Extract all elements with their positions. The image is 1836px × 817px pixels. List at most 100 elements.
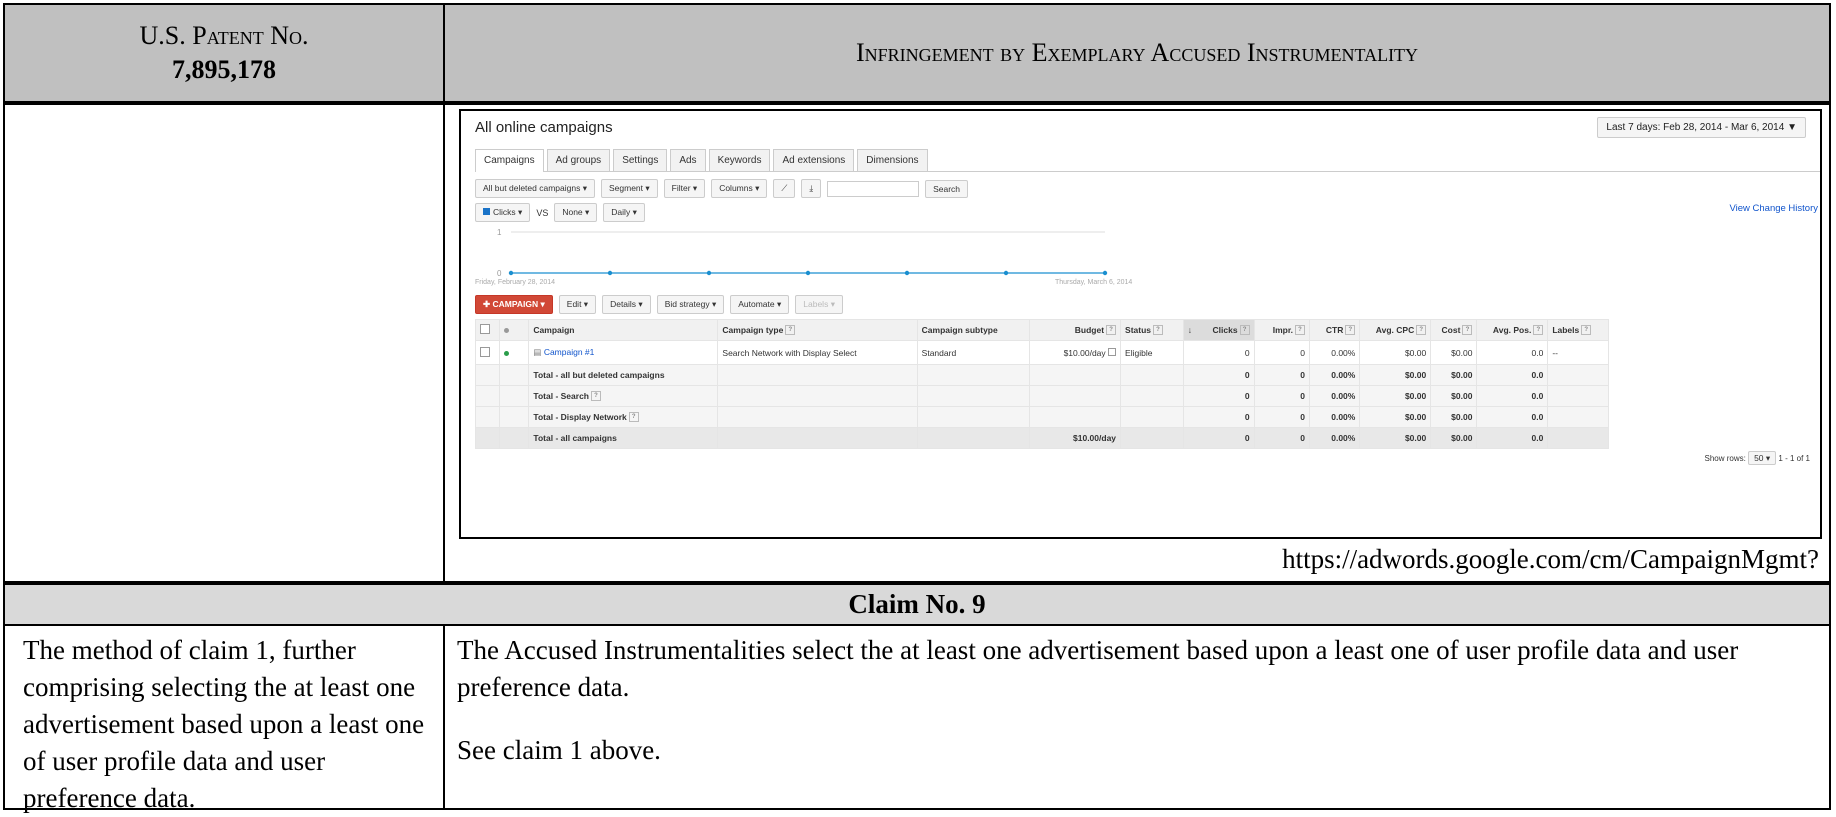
x-end-label: Thursday, March 6, 2014: [1055, 279, 1132, 286]
total-avg-pos: 0.0: [1476, 406, 1549, 428]
total-avg-cpc: $0.00: [1359, 427, 1432, 449]
total-avg-cpc: $0.00: [1359, 364, 1432, 386]
total-ctr: 0.00%: [1309, 427, 1361, 449]
col-budget[interactable]: Budget?: [1028, 319, 1122, 341]
col-avg-pos[interactable]: Avg. Pos.?: [1476, 319, 1549, 341]
metric1-dropdown[interactable]: Clicks ▾: [475, 203, 531, 222]
header-row: U.S. Patent No. 7,895,178 Infringement b…: [3, 3, 1831, 103]
col-campaign-subtype[interactable]: Campaign subtype: [916, 319, 1030, 341]
search-button[interactable]: Search: [925, 179, 969, 198]
infringement-label: Infringement by Exemplary Accused Instru…: [855, 38, 1419, 67]
automate-dropdown[interactable]: Automate ▾: [730, 295, 790, 314]
search-input[interactable]: [827, 180, 920, 197]
col-status[interactable]: Status?: [1120, 319, 1184, 341]
col-clicks[interactable]: ↓ Clicks?: [1182, 319, 1255, 341]
total-budget: [1028, 406, 1122, 428]
col-campaign[interactable]: Campaign: [528, 319, 719, 341]
source-url: https://adwords.google.com/cm/CampaignMg…: [1282, 544, 1819, 574]
view-filter-dropdown[interactable]: All but deleted campaigns ▾: [475, 179, 595, 198]
col-impr[interactable]: Impr.?: [1253, 319, 1311, 341]
frequency-dropdown[interactable]: Daily ▾: [603, 203, 645, 222]
total-ctr: 0.00%: [1309, 385, 1361, 407]
total-cost: $0.00: [1430, 385, 1478, 407]
total-avg-cpc: $0.00: [1359, 385, 1432, 407]
total-avg-pos: 0.0: [1476, 385, 1549, 407]
tab-ad-extensions[interactable]: Ad extensions: [773, 149, 855, 171]
row-subtype: Standard: [916, 340, 1030, 365]
total-ctr: 0.00%: [1309, 406, 1361, 428]
row-campaign-cell[interactable]: ▤ Campaign #1: [528, 340, 719, 365]
tab-campaigns[interactable]: Campaigns: [475, 149, 544, 172]
tab-bar: Campaigns Ad groups Settings Ads Keyword…: [475, 149, 1820, 172]
select-all-checkbox[interactable]: [480, 324, 490, 334]
screenshot-row: All online campaigns Last 7 days: Feb 28…: [3, 103, 1831, 583]
total-clicks: 0: [1182, 364, 1255, 386]
filter-toolbar: All but deleted campaigns ▾ Segment ▾ Fi…: [475, 179, 969, 198]
tab-ads[interactable]: Ads: [670, 149, 706, 171]
point-2: [607, 270, 613, 276]
screenshot-cell: All online campaigns Last 7 days: Feb 28…: [443, 103, 1831, 583]
row-avg-cpc: $0.00: [1359, 340, 1432, 365]
tab-settings[interactable]: Settings: [613, 149, 668, 171]
segment-dropdown[interactable]: Segment ▾: [600, 179, 658, 198]
row-impr: 0: [1253, 340, 1311, 365]
edit-budget-icon: [1108, 347, 1117, 356]
campaigns-table: Campaign Campaign type? Campaign subtype…: [475, 319, 1609, 449]
help-icon: ?: [628, 412, 639, 423]
campaign-icon: ▤: [533, 347, 542, 357]
rows-per-page-select[interactable]: 50 ▾: [1748, 451, 1777, 465]
col-ctr[interactable]: CTR?: [1309, 319, 1361, 341]
total-budget: [1028, 364, 1122, 386]
total-cost: $0.00: [1430, 427, 1478, 449]
col-avg-cpc[interactable]: Avg. CPC?: [1359, 319, 1432, 341]
download-icon[interactable]: ⤓: [801, 179, 822, 198]
action-toolbar: ✚ CAMPAIGN ▾ Edit ▾ Details ▾ Bid strate…: [475, 295, 843, 314]
row-checkbox-cell[interactable]: [475, 340, 500, 365]
status-dot-header: [498, 319, 530, 341]
total-label: Total - all campaigns: [528, 427, 719, 449]
edit-dropdown[interactable]: Edit ▾: [558, 295, 597, 314]
row-budget[interactable]: $10.00/day: [1028, 340, 1122, 365]
point-4: [805, 270, 811, 276]
adwords-screenshot: All online campaigns Last 7 days: Feb 28…: [459, 109, 1822, 539]
sort-arrow-icon: ↓: [1187, 324, 1192, 335]
infringement-header-cell: Infringement by Exemplary Accused Instru…: [443, 3, 1831, 103]
bid-strategy-dropdown[interactable]: Bid strategy ▾: [656, 295, 725, 314]
labels-dropdown[interactable]: Labels ▾: [795, 295, 843, 314]
dot-icon: [503, 328, 509, 333]
help-icon: ?: [785, 325, 796, 336]
total-clicks: 0: [1182, 385, 1255, 407]
details-dropdown[interactable]: Details ▾: [602, 295, 651, 314]
vs-label: VS: [536, 207, 549, 218]
row-type: Search Network with Display Select: [717, 340, 918, 365]
date-range-selector[interactable]: Last 7 days: Feb 28, 2014 - Mar 6, 2014 …: [1597, 117, 1806, 138]
total-budget: $10.00/day: [1028, 427, 1122, 449]
col-labels[interactable]: Labels?: [1547, 319, 1609, 341]
add-campaign-button[interactable]: ✚ CAMPAIGN ▾: [475, 295, 553, 314]
tab-dimensions[interactable]: Dimensions: [857, 149, 928, 171]
chart-toggle-icon[interactable]: ⟋: [773, 179, 796, 198]
view-change-history-link[interactable]: View Change History: [1729, 203, 1818, 214]
select-all-checkbox-cell[interactable]: [475, 319, 500, 341]
filter-dropdown[interactable]: Filter ▾: [663, 179, 706, 198]
row-checkbox[interactable]: [480, 346, 490, 357]
total-impr: 0: [1253, 427, 1311, 449]
performance-chart: 1 0 Friday, February 28, 2014 Thursday, …: [475, 228, 1132, 286]
col-campaign-type[interactable]: Campaign type?: [717, 319, 918, 341]
campaign-link[interactable]: Campaign #1: [544, 347, 595, 357]
tab-keywords[interactable]: Keywords: [708, 149, 771, 171]
help-icon: ?: [1153, 325, 1164, 336]
tab-ad-groups[interactable]: Ad groups: [546, 149, 611, 171]
total-label: Total - Search?: [528, 385, 719, 407]
total-avg-pos: 0.0: [1476, 427, 1549, 449]
claim-text: The method of claim 1, further comprisin…: [23, 635, 425, 813]
row-ctr: 0.00%: [1309, 340, 1361, 365]
col-cost[interactable]: Cost?: [1430, 319, 1478, 341]
help-icon: ?: [590, 391, 601, 402]
columns-dropdown[interactable]: Columns ▾: [711, 179, 768, 198]
metric2-dropdown[interactable]: None ▾: [554, 203, 598, 222]
total-budget: [1028, 385, 1122, 407]
total-label: Total - all but deleted campaigns: [528, 364, 719, 386]
x-start-label: Friday, February 28, 2014: [475, 279, 555, 286]
total-clicks: 0: [1182, 427, 1255, 449]
